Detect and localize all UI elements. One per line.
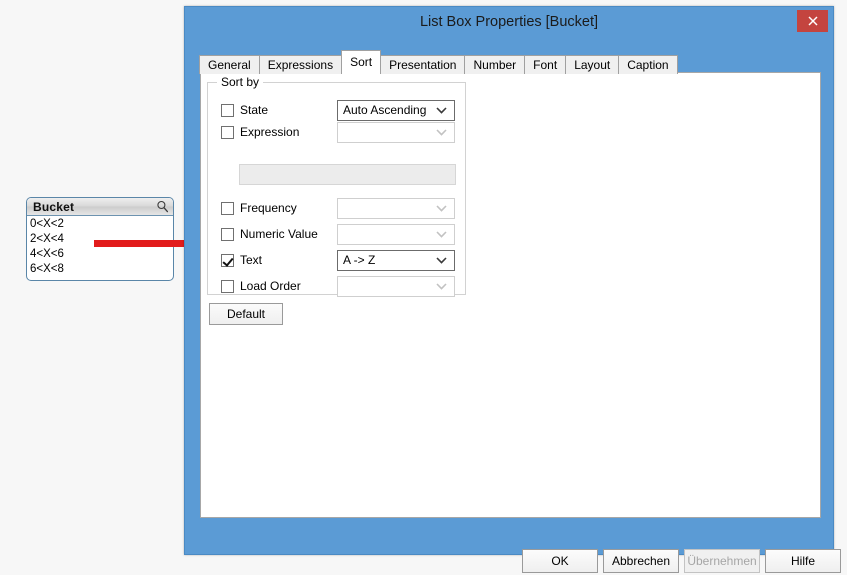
- sort-row-state: State Auto Ascending: [221, 99, 461, 121]
- tab-strip: General Expressions Sort Presentation Nu…: [199, 50, 678, 74]
- checkbox-box: [221, 201, 234, 215]
- tab-caption[interactable]: Caption: [618, 55, 678, 74]
- list-item[interactable]: 0<X<2: [27, 217, 173, 232]
- sort-numeric-value-label: Numeric Value: [240, 227, 318, 241]
- chevron-down-icon: [436, 253, 447, 267]
- checkbox-box-checked: [221, 253, 234, 267]
- sort-expression-label: Expression: [240, 125, 300, 139]
- checkbox-box: [221, 103, 234, 117]
- tab-expressions[interactable]: Expressions: [258, 55, 343, 74]
- sort-row-numeric-value: Numeric Value: [221, 223, 461, 245]
- sort-state-combo-value: Auto Ascending: [343, 103, 427, 117]
- list-box-rows: 0<X<2 2<X<4 4<X<6 6<X<8: [27, 216, 173, 277]
- sort-row-load-order: Load Order: [221, 275, 461, 297]
- sort-frequency-combo[interactable]: [337, 197, 455, 219]
- magnifier-icon[interactable]: [156, 200, 169, 213]
- list-box-properties-dialog: List Box Properties [Bucket] General Exp…: [184, 6, 841, 573]
- sort-state-checkbox[interactable]: State: [221, 103, 337, 117]
- sort-text-label: Text: [240, 253, 263, 267]
- tab-presentation[interactable]: Presentation: [380, 55, 466, 74]
- chevron-down-icon: [436, 103, 447, 117]
- sort-text-combo[interactable]: A -> Z: [337, 249, 455, 271]
- sort-text-combo-value: A -> Z: [343, 253, 376, 267]
- sort-state-combo[interactable]: Auto Ascending: [337, 99, 455, 121]
- sort-frequency-checkbox[interactable]: Frequency: [221, 201, 337, 215]
- ok-button[interactable]: OK: [522, 549, 598, 573]
- sort-expression-checkbox[interactable]: Expression: [221, 125, 337, 139]
- sort-load-order-combo[interactable]: [337, 275, 455, 297]
- checkbox-box: [221, 125, 234, 139]
- list-item[interactable]: 2<X<4: [27, 232, 173, 247]
- list-box-title: Bucket: [33, 199, 75, 214]
- sort-by-legend: Sort by: [217, 75, 264, 89]
- sort-row-expression: Expression: [221, 121, 461, 143]
- list-item[interactable]: 6<X<8: [27, 262, 173, 277]
- sort-expression-combo[interactable]: [337, 121, 455, 143]
- tab-general[interactable]: General: [199, 55, 260, 74]
- default-button[interactable]: Default: [209, 303, 283, 325]
- sort-frequency-label: Frequency: [240, 201, 297, 215]
- sort-numeric-value-combo[interactable]: [337, 223, 455, 245]
- tab-font[interactable]: Font: [524, 55, 567, 74]
- dialog-title: List Box Properties [Bucket]: [419, 14, 599, 30]
- help-button[interactable]: Hilfe: [765, 549, 841, 573]
- chevron-down-icon: [436, 227, 447, 241]
- dialog-titlebar[interactable]: List Box Properties [Bucket]: [185, 7, 833, 37]
- bucket-list-box[interactable]: Bucket 0<X<2 2<X<4 4<X<6 6<X<8: [26, 197, 174, 281]
- sort-text-checkbox[interactable]: Text: [221, 253, 337, 267]
- tab-layout[interactable]: Layout: [565, 55, 620, 74]
- list-box-caption: Bucket: [27, 198, 173, 216]
- chevron-down-icon: [436, 279, 447, 293]
- sort-by-group: Sort by State Auto Ascending Expression …: [207, 75, 466, 297]
- apply-button: Übernehmen: [684, 549, 760, 573]
- checkbox-box: [221, 227, 234, 241]
- dialog-footer: OK Abbrechen Übernehmen Hilfe: [203, 549, 841, 575]
- chevron-down-icon: [436, 201, 447, 215]
- close-icon[interactable]: [797, 10, 828, 32]
- tab-number[interactable]: Number: [464, 55, 526, 74]
- sort-load-order-label: Load Order: [240, 279, 301, 293]
- sort-numeric-value-checkbox[interactable]: Numeric Value: [221, 227, 337, 241]
- list-item[interactable]: 4<X<6: [27, 247, 173, 262]
- sort-row-text: Text A -> Z: [221, 249, 461, 271]
- checkbox-box: [221, 279, 234, 293]
- cancel-button[interactable]: Abbrechen: [603, 549, 679, 573]
- dialog-body: General Expressions Sort Presentation Nu…: [194, 37, 841, 573]
- sort-tab-panel: Sort by State Auto Ascending Expression …: [200, 72, 821, 518]
- tab-sort[interactable]: Sort: [341, 50, 382, 74]
- sort-expression-field[interactable]: [239, 164, 456, 185]
- sort-load-order-checkbox[interactable]: Load Order: [221, 279, 337, 293]
- sort-row-frequency: Frequency: [221, 197, 461, 219]
- sort-state-label: State: [240, 103, 269, 117]
- chevron-down-icon: [436, 125, 447, 139]
